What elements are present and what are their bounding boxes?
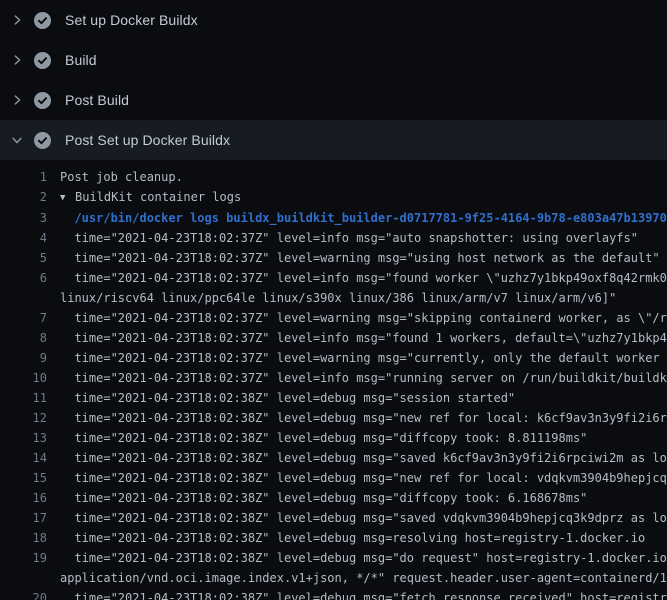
line-text: time="2021-04-23T18:02:38Z" level=debug …: [60, 448, 667, 468]
line-text: time="2021-04-23T18:02:37Z" level=info m…: [60, 228, 638, 248]
line-text: time="2021-04-23T18:02:37Z" level=warnin…: [60, 248, 660, 268]
log-line: 10 time="2021-04-23T18:02:37Z" level=inf…: [0, 368, 667, 388]
line-number[interactable]: 4: [0, 228, 47, 248]
line-number[interactable]: [0, 288, 47, 308]
log-line: 12 time="2021-04-23T18:02:38Z" level=deb…: [0, 408, 667, 428]
line-text: time="2021-04-23T18:02:37Z" level=info m…: [60, 328, 667, 348]
line-text: time="2021-04-23T18:02:38Z" level=debug …: [60, 528, 645, 548]
step-header-post-build[interactable]: Post Build: [0, 80, 667, 120]
line-number[interactable]: 18: [0, 528, 47, 548]
check-circle-icon: [34, 132, 64, 149]
log-line: 16 time="2021-04-23T18:02:38Z" level=deb…: [0, 488, 667, 508]
log-line: 17 time="2021-04-23T18:02:38Z" level=deb…: [0, 508, 667, 528]
step-label: Post Set up Docker Buildx: [64, 132, 230, 148]
step-header-set-up-docker-buildx[interactable]: Set up Docker Buildx: [0, 0, 667, 40]
line-text: time="2021-04-23T18:02:37Z" level=info m…: [60, 268, 667, 288]
line-text: time="2021-04-23T18:02:38Z" level=debug …: [60, 588, 667, 600]
log-line: 11 time="2021-04-23T18:02:38Z" level=deb…: [0, 388, 667, 408]
line-number[interactable]: 14: [0, 448, 47, 468]
step-label: Post Build: [64, 92, 129, 108]
log-line: 6 time="2021-04-23T18:02:37Z" level=info…: [0, 268, 667, 288]
line-text: ▼BuildKit container logs: [60, 187, 241, 208]
log-line: 7 time="2021-04-23T18:02:37Z" level=warn…: [0, 308, 667, 328]
line-text: application/vnd.oci.image.index.v1+json,…: [60, 568, 667, 588]
log-line: 3 /usr/bin/docker logs buildx_buildkit_b…: [0, 208, 667, 228]
line-number[interactable]: 3: [0, 208, 47, 228]
step-header-build[interactable]: Build: [0, 40, 667, 80]
line-number[interactable]: 1: [0, 167, 47, 187]
line-number[interactable]: 7: [0, 308, 47, 328]
log-line: 2 ▼BuildKit container logs: [0, 187, 667, 208]
line-text: time="2021-04-23T18:02:38Z" level=debug …: [60, 428, 587, 448]
chevron-right-icon: [0, 53, 34, 67]
log-line: 4 time="2021-04-23T18:02:37Z" level=info…: [0, 228, 667, 248]
step-label: Set up Docker Buildx: [64, 12, 198, 28]
check-circle-icon: [34, 92, 64, 109]
group-expander-icon[interactable]: ▼: [60, 188, 75, 208]
line-text: linux/riscv64 linux/ppc64le linux/s390x …: [60, 288, 616, 308]
line-number[interactable]: [0, 568, 47, 588]
line-number[interactable]: 16: [0, 488, 47, 508]
log-line: 19 time="2021-04-23T18:02:38Z" level=deb…: [0, 548, 667, 568]
chevron-right-icon: [0, 93, 34, 107]
log-content: 1 Post job cleanup. 2 ▼BuildKit containe…: [0, 160, 667, 600]
line-text: time="2021-04-23T18:02:38Z" level=debug …: [60, 548, 667, 568]
step-label: Build: [64, 52, 97, 68]
line-number[interactable]: 2: [0, 187, 47, 208]
line-number[interactable]: 19: [0, 548, 47, 568]
line-number[interactable]: 12: [0, 408, 47, 428]
line-text: Post job cleanup.: [60, 167, 183, 187]
step-header-post-set-up-docker-buildx[interactable]: Post Set up Docker Buildx: [0, 120, 667, 160]
log-line: 5 time="2021-04-23T18:02:37Z" level=warn…: [0, 248, 667, 268]
line-number[interactable]: 17: [0, 508, 47, 528]
line-number[interactable]: 13: [0, 428, 47, 448]
line-number[interactable]: 6: [0, 268, 47, 288]
line-text: time="2021-04-23T18:02:37Z" level=info m…: [60, 368, 667, 388]
line-text: time="2021-04-23T18:02:38Z" level=debug …: [60, 468, 667, 488]
line-number[interactable]: 20: [0, 588, 47, 600]
log-line: 13 time="2021-04-23T18:02:38Z" level=deb…: [0, 428, 667, 448]
log-line: 18 time="2021-04-23T18:02:38Z" level=deb…: [0, 528, 667, 548]
log-line: 8 time="2021-04-23T18:02:37Z" level=info…: [0, 328, 667, 348]
log-line: 15 time="2021-04-23T18:02:38Z" level=deb…: [0, 468, 667, 488]
log-line: 1 Post job cleanup.: [0, 167, 667, 187]
check-circle-icon: [34, 52, 64, 69]
chevron-right-icon: [0, 13, 34, 27]
line-number[interactable]: 15: [0, 468, 47, 488]
line-number[interactable]: 10: [0, 368, 47, 388]
line-number[interactable]: 5: [0, 248, 47, 268]
line-number[interactable]: 9: [0, 348, 47, 368]
log-line: application/vnd.oci.image.index.v1+json,…: [0, 568, 667, 588]
log-line: 14 time="2021-04-23T18:02:38Z" level=deb…: [0, 448, 667, 468]
line-text: time="2021-04-23T18:02:37Z" level=warnin…: [60, 308, 667, 328]
line-text: /usr/bin/docker logs buildx_buildkit_bui…: [60, 208, 667, 228]
check-circle-icon: [34, 12, 64, 29]
line-text: time="2021-04-23T18:02:38Z" level=debug …: [60, 408, 667, 428]
line-text: time="2021-04-23T18:02:37Z" level=warnin…: [60, 348, 667, 368]
line-text: time="2021-04-23T18:02:38Z" level=debug …: [60, 508, 667, 528]
line-number[interactable]: 8: [0, 328, 47, 348]
chevron-down-icon: [0, 133, 34, 147]
line-number[interactable]: 11: [0, 388, 47, 408]
log-line: 20 time="2021-04-23T18:02:38Z" level=deb…: [0, 588, 667, 600]
log-line: linux/riscv64 linux/ppc64le linux/s390x …: [0, 288, 667, 308]
actions-log-viewer: Set up Docker Buildx Build Post Buil: [0, 0, 667, 600]
line-text: time="2021-04-23T18:02:38Z" level=debug …: [60, 388, 515, 408]
log-line: 9 time="2021-04-23T18:02:37Z" level=warn…: [0, 348, 667, 368]
line-text: time="2021-04-23T18:02:38Z" level=debug …: [60, 488, 587, 508]
step-list: Set up Docker Buildx Build Post Buil: [0, 0, 667, 160]
group-title[interactable]: BuildKit container logs: [75, 190, 241, 204]
